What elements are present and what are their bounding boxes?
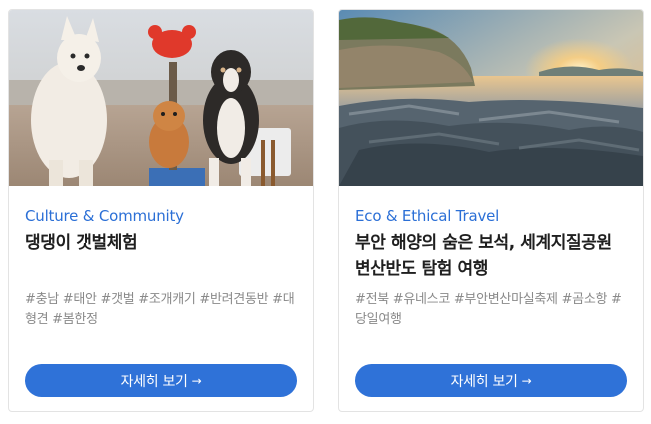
tag[interactable]: #부안변산마실축제 xyxy=(454,292,558,307)
details-button-label: 자세히 보기 xyxy=(450,373,518,390)
arrow-right-icon: → xyxy=(191,373,202,388)
rocky-coast-sunset-image xyxy=(339,10,643,186)
card-thumbnail[interactable] xyxy=(339,10,643,186)
tag[interactable]: #반려견동반 xyxy=(199,292,268,307)
card-tags: #충남 #태안 #갯벌 #조개캐기 #반려견동반 #대형견 #봄한정 xyxy=(25,290,303,330)
card-category: Eco & Ethical Travel xyxy=(355,207,500,225)
card-title[interactable]: 댕댕이 갯벌체험 xyxy=(25,230,301,256)
tag[interactable]: #유네스코 xyxy=(393,292,451,307)
card-category: Culture & Community xyxy=(25,207,184,225)
tag[interactable]: #조개캐기 xyxy=(138,292,196,307)
tag[interactable]: #곰소항 xyxy=(562,292,608,307)
tag[interactable]: #봄한정 xyxy=(52,312,98,327)
tag[interactable]: #태안 xyxy=(63,292,97,307)
details-button[interactable]: 자세히 보기 → xyxy=(355,364,627,397)
details-button-label: 자세히 보기 xyxy=(120,373,188,390)
tag[interactable]: #갯벌 xyxy=(101,292,135,307)
arrow-right-icon: → xyxy=(521,373,532,388)
card-title[interactable]: 부안 해양의 숨은 보석, 세계지질공원 변산반도 탐험 여행 xyxy=(355,230,631,282)
tag[interactable]: #전북 xyxy=(355,292,389,307)
tag[interactable]: #충남 xyxy=(25,292,59,307)
details-button[interactable]: 자세히 보기 → xyxy=(25,364,297,397)
content-card[interactable]: Culture & Community 댕댕이 갯벌체험 #충남 #태안 #갯벌… xyxy=(8,9,314,412)
dogs-on-tidal-flat-image xyxy=(9,10,313,186)
content-card[interactable]: Eco & Ethical Travel 부안 해양의 숨은 보석, 세계지질공… xyxy=(338,9,644,412)
card-tags: #전북 #유네스코 #부안변산마실축제 #곰소항 #당일여행 xyxy=(355,290,633,330)
card-thumbnail[interactable] xyxy=(9,10,313,186)
